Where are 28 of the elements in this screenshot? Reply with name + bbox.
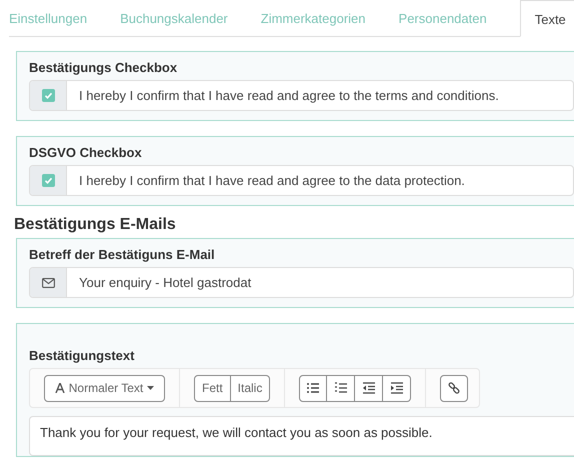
outdent-icon <box>362 381 376 395</box>
checkbox-label: I hereby I confirm that I have read and agree to the data protection. <box>78 172 465 190</box>
outdent-button[interactable] <box>355 374 384 402</box>
font-icon <box>54 383 65 393</box>
indent-button[interactable] <box>383 374 412 402</box>
bold-button[interactable]: Fett <box>194 374 231 402</box>
link-button[interactable] <box>440 374 468 402</box>
link-icon <box>448 382 460 394</box>
tab[interactable]: Texte <box>520 0 574 37</box>
panel-title: DSGVO Checkbox <box>29 145 143 160</box>
envelope-icon <box>42 278 54 288</box>
subject-field[interactable]: Your enquiry - Hotel gastrodat <box>29 267 574 298</box>
panel-title: Betreff der Bestätiguns E-Mail <box>29 247 216 262</box>
panel-title: Bestätigungstext <box>29 348 136 363</box>
bullet-list-button[interactable] <box>299 374 328 402</box>
editor-text-area[interactable]: Thank you for your request, we will contact you as soon as possible. <box>29 416 574 456</box>
checkbox[interactable] <box>42 89 54 102</box>
indent-icon <box>390 381 404 395</box>
text-style-dropdown[interactable]: Normaler Text <box>44 374 165 402</box>
panel-title: Bestätigungs Checkbox <box>29 60 178 75</box>
numbered-list-icon <box>334 381 348 395</box>
checkbox[interactable] <box>42 174 54 187</box>
italic-button[interactable]: Italic <box>230 374 270 402</box>
numbered-list-button[interactable] <box>327 374 356 402</box>
checkbox-label: I hereby I confirm that I have read and agree to the terms and conditions. <box>78 87 499 105</box>
section-heading: Bestätigungs E-Mails <box>14 216 176 233</box>
caret-icon <box>147 386 154 390</box>
bullet-list-icon <box>306 381 320 395</box>
